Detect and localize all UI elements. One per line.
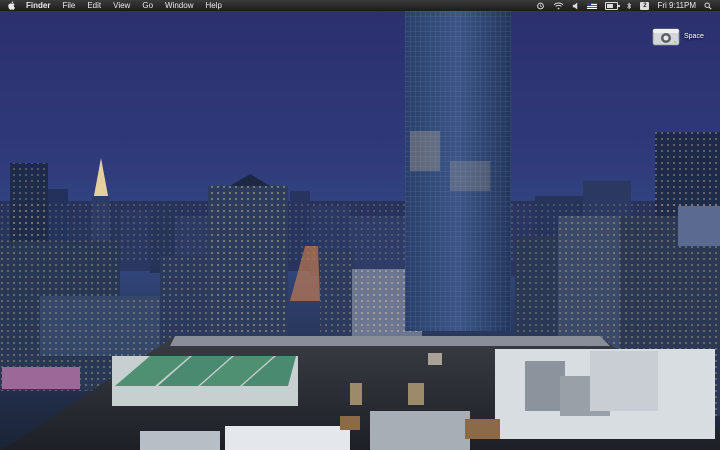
battery-icon[interactable] [605,1,621,10]
volume-icon[interactable] [572,2,579,10]
menu-app-finder[interactable]: Finder [26,0,50,11]
input-source-flag-icon[interactable] [587,2,598,9]
menu-file[interactable]: File [62,0,75,11]
desktop-wallpaper [0,11,720,450]
menu-help[interactable]: Help [205,0,221,11]
menu-edit[interactable]: Edit [87,0,101,11]
menu-bar-status: 2 Fri 9:11PM [536,0,720,11]
menu-bar: Finder File Edit View Go Window Help 2 F… [0,0,720,11]
wifi-icon[interactable] [553,2,564,10]
menu-bar-clock[interactable]: Fri 9:11PM [657,0,696,11]
desktop-icon-space[interactable]: Space [652,25,704,47]
bluetooth-icon[interactable] [626,1,632,10]
menu-go[interactable]: Go [142,0,153,11]
desktop[interactable]: Finder File Edit View Go Window Help 2 F… [0,0,720,450]
user-icon[interactable]: 2 [640,1,650,10]
desktop-icon-label: Space [684,32,704,40]
apple-icon[interactable] [8,1,16,10]
time-machine-icon[interactable] [536,2,545,10]
menu-view[interactable]: View [113,0,130,11]
menu-window[interactable]: Window [165,0,193,11]
external-drive-icon[interactable] [652,25,680,47]
spotlight-search-icon[interactable] [704,1,712,10]
menu-bar-left: Finder File Edit View Go Window Help [0,0,234,11]
